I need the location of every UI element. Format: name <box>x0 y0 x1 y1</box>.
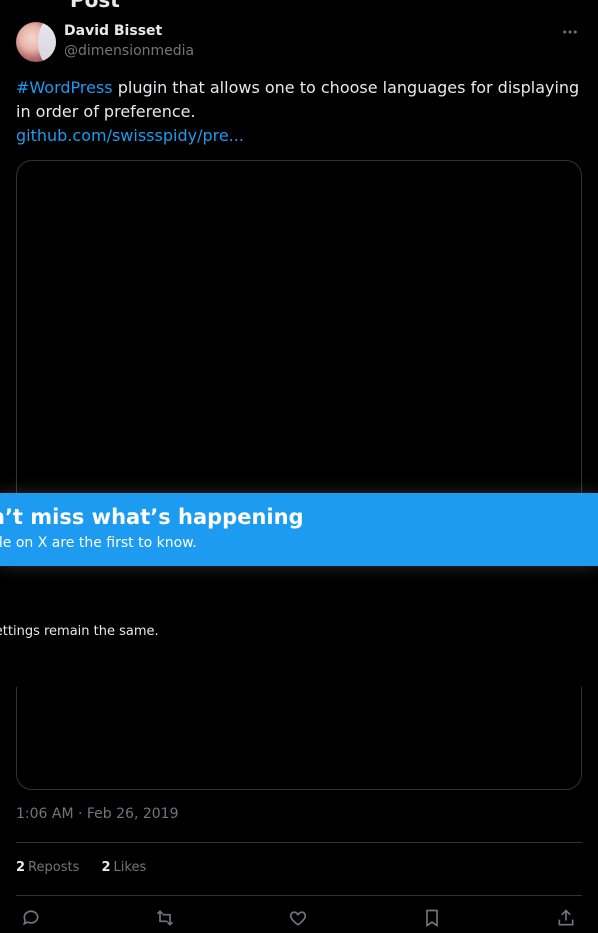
tweet-text: #WordPress plugin that allows one to cho… <box>16 76 586 148</box>
banner-subtitle: ple on X are the first to know. <box>0 535 197 551</box>
page-title: Post <box>70 0 120 12</box>
media-card[interactable] <box>16 160 582 790</box>
action-bar <box>0 906 598 933</box>
likes-label: Likes <box>113 860 147 875</box>
author-name[interactable]: David Bisset <box>64 23 162 39</box>
likes-stat[interactable]: 2 Likes <box>101 860 146 875</box>
signup-panel-text: settings remain the same. <box>0 624 159 639</box>
signup-panel: settings remain the same. <box>0 566 582 687</box>
divider <box>16 895 582 896</box>
repost-button[interactable] <box>153 906 177 930</box>
reply-button[interactable] <box>19 906 43 930</box>
bookmark-button[interactable] <box>420 906 444 930</box>
avatar[interactable] <box>16 22 56 62</box>
reply-icon <box>23 910 39 926</box>
hashtag-link[interactable]: #WordPress <box>16 78 113 97</box>
like-icon <box>289 911 307 926</box>
like-button[interactable] <box>286 906 310 930</box>
banner-title: n’t miss what’s happening <box>0 505 304 529</box>
likes-count: 2 <box>101 860 111 875</box>
repost-icon <box>156 910 174 926</box>
reposts-stat[interactable]: 2 Reposts <box>16 860 79 875</box>
author-row: David Bisset @dimensionmedia <box>16 22 582 62</box>
bookmark-icon <box>426 909 438 928</box>
post-stats: 2 Reposts 2 Likes <box>16 860 164 875</box>
share-icon <box>558 909 574 926</box>
signup-banner: n’t miss what’s happening ple on X are t… <box>0 493 598 566</box>
author-handle[interactable]: @dimensionmedia <box>64 43 194 59</box>
tweet-link[interactable]: github.com/swissspidy/pre... <box>16 124 586 148</box>
post-page: Post David Bisset @dimensionmedia #WordP… <box>0 0 598 933</box>
share-button[interactable] <box>554 906 578 930</box>
divider <box>16 842 582 843</box>
reposts-label: Reposts <box>28 860 80 875</box>
more-icon[interactable] <box>560 22 580 42</box>
post-timestamp[interactable]: 1:06 AM · Feb 26, 2019 <box>16 806 178 822</box>
reposts-count: 2 <box>16 860 26 875</box>
